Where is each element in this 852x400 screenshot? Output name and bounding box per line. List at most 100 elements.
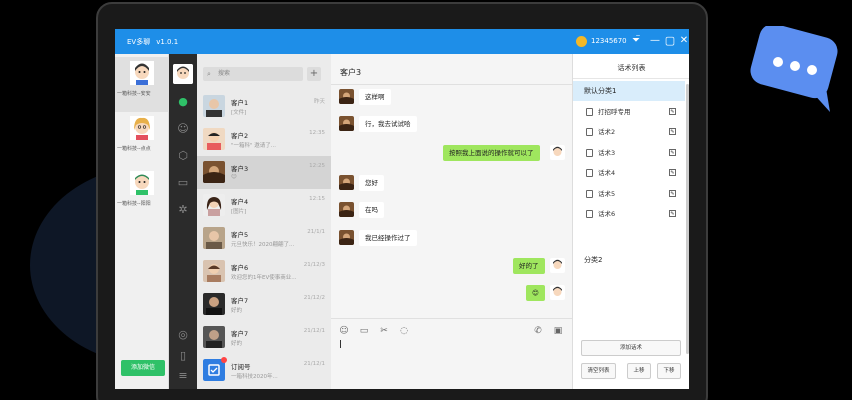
close-icon[interactable]: ✕ bbox=[678, 35, 689, 47]
script-item-label: 打招呼专用 bbox=[598, 108, 631, 116]
edit-icon[interactable]: ✎ bbox=[669, 128, 676, 135]
preview-account-3[interactable]: 一箱科技--阳阳 bbox=[115, 167, 169, 222]
chat-row[interactable]: 客户6 欢迎您的1年EV使事商业... 21/12/3 bbox=[197, 255, 331, 288]
account-id: 12345670 bbox=[591, 37, 627, 45]
chat-row[interactable]: 客户5 元旦快乐！2020翩翩了... 21/1/1 bbox=[197, 222, 331, 255]
chat-row-time: 21/12/1 bbox=[303, 361, 325, 367]
script-item[interactable]: 打招呼专用 ✎ bbox=[573, 102, 685, 122]
chat-bubble-icon[interactable]: ◌ bbox=[398, 325, 410, 337]
move-up-button[interactable]: 上移 bbox=[627, 363, 651, 379]
chat-row-time: 12:25 bbox=[309, 163, 325, 169]
move-down-button[interactable]: 下移 bbox=[657, 363, 681, 379]
chat-row[interactable]: 客户1 [文件] 昨天 bbox=[197, 90, 331, 123]
chat-area: 客户3 这样啊 行，我去试试哈 按照我上面说的操作就可以了 您好 在吗 我已经操… bbox=[331, 54, 572, 389]
chat-row[interactable]: 订阅号 一箱科技2020年... 21/12/1 bbox=[197, 354, 331, 387]
clear-list-button[interactable]: 清空列表 bbox=[581, 363, 616, 379]
preview-account-2[interactable]: 一箱科技--点点 bbox=[115, 112, 169, 167]
edit-icon[interactable]: ✎ bbox=[669, 190, 676, 197]
add-button[interactable]: + bbox=[307, 67, 321, 81]
avatar bbox=[339, 116, 354, 131]
chat-row-preview: [图片] bbox=[231, 209, 247, 215]
scissors-icon[interactable]: ✂ bbox=[378, 325, 390, 337]
chat-row-name: 客户7 bbox=[231, 330, 249, 338]
script-item[interactable]: 话术6 ✎ bbox=[573, 204, 685, 224]
emoji-icon[interactable]: ☺ bbox=[338, 325, 350, 337]
message-bubble: 好的了 bbox=[513, 258, 545, 274]
avatar bbox=[130, 171, 154, 195]
script-item[interactable]: 话术3 ✎ bbox=[573, 143, 685, 163]
avatar bbox=[203, 128, 225, 150]
chat-icon[interactable]: ● bbox=[175, 94, 191, 110]
minimize-icon[interactable]: — bbox=[649, 35, 661, 47]
avatar bbox=[203, 293, 225, 315]
chat-row-name: 客户2 bbox=[231, 132, 249, 140]
search-placeholder: 搜索 bbox=[218, 70, 231, 77]
preview-label: 一箱科技--安安 bbox=[117, 91, 151, 97]
add-script-button[interactable]: 添加话术 bbox=[581, 340, 681, 356]
dropdown-bar: ‾ bbox=[636, 35, 640, 43]
message-bubble: 您好 bbox=[359, 175, 384, 191]
maximize-icon[interactable]: ▢ bbox=[664, 35, 676, 47]
document-icon bbox=[586, 128, 593, 136]
text-caret bbox=[340, 340, 341, 348]
avatar bbox=[550, 258, 565, 273]
avatar bbox=[339, 230, 354, 245]
message-bubble: 行，我去试试哈 bbox=[359, 116, 417, 132]
video-icon[interactable]: ▣ bbox=[552, 325, 564, 337]
category-2[interactable]: 分类2 bbox=[573, 250, 685, 270]
chat-row-active[interactable]: 客户3 😊 12:25 bbox=[197, 156, 331, 189]
search-input[interactable]: ⌕ 搜索 bbox=[203, 67, 303, 81]
chat-row-time: 12:35 bbox=[309, 130, 325, 136]
settings-icon[interactable]: ✲ bbox=[175, 202, 191, 218]
document-icon bbox=[586, 210, 593, 218]
avatar bbox=[203, 227, 225, 249]
script-item[interactable]: 话术2 ✎ bbox=[573, 122, 685, 142]
app-title: EV多聊 v1.0.1 bbox=[127, 37, 178, 47]
chat-row-preview: 元旦快乐！2020翩翩了... bbox=[231, 242, 295, 248]
script-item-label: 话术5 bbox=[598, 190, 616, 198]
edit-icon[interactable]: ✎ bbox=[669, 169, 676, 176]
folder-icon[interactable]: ▭ bbox=[358, 325, 370, 337]
menu-icon[interactable]: ≡ bbox=[175, 368, 191, 384]
add-wechat-button[interactable]: 添加微信 bbox=[121, 360, 165, 376]
preview-account-1[interactable]: 一箱科技--安安 bbox=[115, 57, 169, 112]
chat-row-time: 21/12/3 bbox=[303, 262, 325, 268]
side-nav: ● ☺ ⬡ ▭ ✲ ◎ ▯ ≡ bbox=[169, 54, 197, 389]
edit-icon[interactable]: ✎ bbox=[669, 149, 676, 156]
chat-row[interactable]: 客户4 [图片] 12:15 bbox=[197, 189, 331, 222]
avatar bbox=[203, 326, 225, 348]
box-icon[interactable]: ⬡ bbox=[175, 148, 191, 164]
compass-icon[interactable]: ◎ bbox=[175, 327, 191, 343]
avatar bbox=[130, 116, 154, 140]
edit-icon[interactable]: ✎ bbox=[669, 210, 676, 217]
document-icon bbox=[586, 108, 593, 116]
chat-row-name: 客户5 bbox=[231, 231, 249, 239]
chat-list: ⌕ 搜索 + 客户1 [文件] 昨天 客户2 "一箱科" 邀请了... 12:35… bbox=[197, 54, 331, 389]
scrollbar[interactable] bbox=[686, 84, 689, 354]
chat-row[interactable]: 客户7 好的 21/12/1 bbox=[197, 321, 331, 354]
my-avatar[interactable] bbox=[173, 64, 193, 84]
avatar bbox=[550, 285, 565, 300]
chat-row-preview: "一箱科" 邀请了... bbox=[231, 143, 277, 149]
avatar bbox=[203, 194, 225, 216]
divider bbox=[573, 78, 689, 79]
phone-icon[interactable]: ▯ bbox=[175, 348, 191, 364]
phone-icon[interactable]: ✆ bbox=[532, 325, 544, 337]
app-version: v1.0.1 bbox=[156, 38, 179, 46]
chat-row[interactable]: 客户7 好的 21/12/2 bbox=[197, 288, 331, 321]
document-icon bbox=[586, 149, 593, 157]
chat-row-time: 21/12/1 bbox=[303, 328, 325, 334]
edit-icon[interactable]: ✎ bbox=[669, 108, 676, 115]
script-item[interactable]: 话术5 ✎ bbox=[573, 184, 685, 204]
script-item[interactable]: 话术4 ✎ bbox=[573, 163, 685, 183]
titlebar: EV多聊 v1.0.1 12345670 ⏷ ‾ — ▢ ✕ bbox=[115, 29, 689, 54]
category-default[interactable]: 默认分类1 bbox=[573, 81, 685, 101]
folder-icon[interactable]: ▭ bbox=[175, 175, 191, 191]
contacts-icon[interactable]: ☺ bbox=[175, 121, 191, 137]
message-bubble: 😊 bbox=[526, 285, 545, 301]
chat-row[interactable]: 客户2 "一箱科" 邀请了... 12:35 bbox=[197, 123, 331, 156]
script-item-label: 话术4 bbox=[598, 169, 616, 177]
avatar bbox=[203, 260, 225, 282]
avatar bbox=[339, 202, 354, 217]
composer[interactable]: ☺ ▭ ✂ ◌ ✆ ▣ bbox=[331, 318, 572, 389]
